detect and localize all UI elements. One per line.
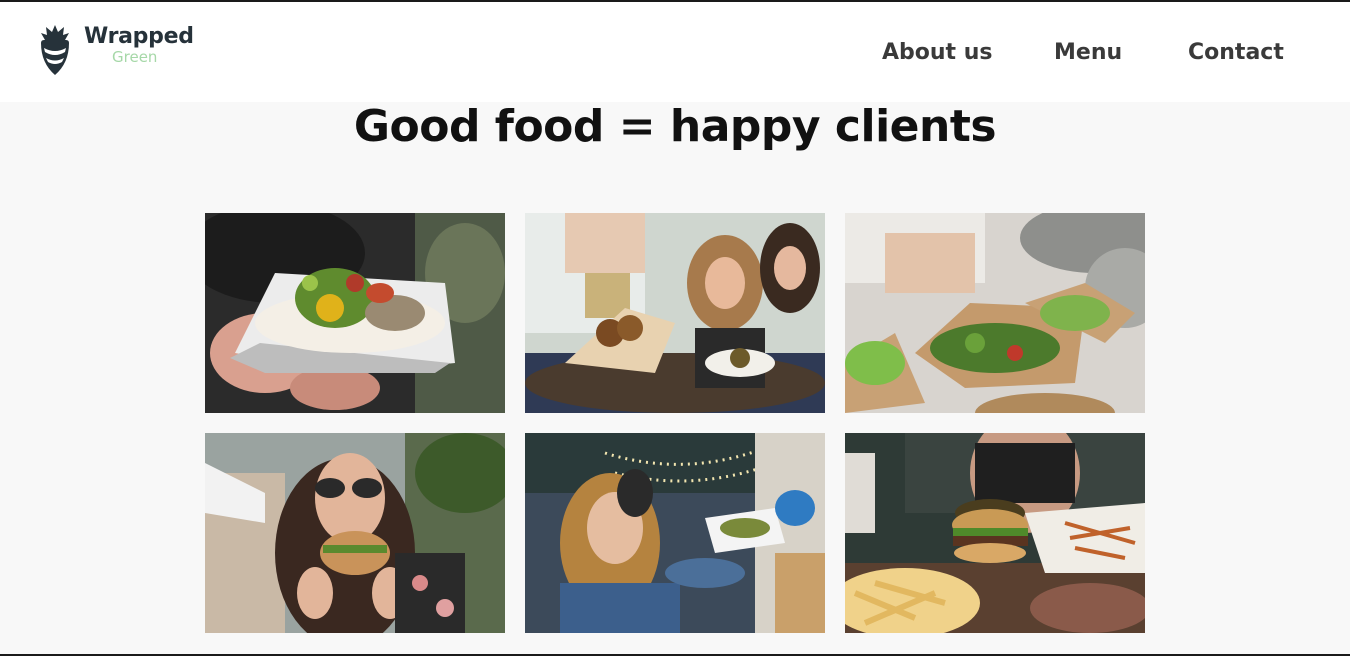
photo-burger-and-fries — [845, 433, 1145, 633]
nav-link-contact[interactable]: Contact — [1188, 40, 1284, 65]
photo-gallery — [205, 213, 1145, 633]
photo-hands-holding-wrap — [205, 213, 505, 413]
page-headline: Good food = happy clients — [353, 101, 997, 152]
nav-link-menu[interactable]: Menu — [1054, 40, 1122, 65]
photo-woman-receiving-food — [525, 433, 825, 633]
main-nav: About us Menu Contact — [0, 40, 1350, 70]
nav-link-about-us[interactable]: About us — [882, 40, 992, 65]
page: Wrapped Green About us Menu Contact Good… — [0, 0, 1350, 656]
photo-sauce-being-poured — [525, 213, 825, 413]
photo-salads-being-prepared — [845, 213, 1145, 413]
photo-woman-eating-burger — [205, 433, 505, 633]
navbar: Wrapped Green About us Menu Contact — [0, 2, 1350, 102]
